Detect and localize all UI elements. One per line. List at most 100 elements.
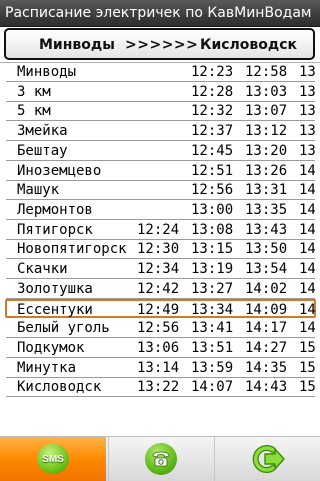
departure-time: 12:51 xyxy=(191,163,234,179)
schedule-row[interactable]: Бештау 12:45 13:20 13: xyxy=(6,142,315,161)
departure-time: 14: xyxy=(299,163,315,179)
departure-time: 13:43 xyxy=(245,222,288,238)
station-name: Иноземцево xyxy=(17,163,102,179)
departure-time: 13:20 xyxy=(245,143,288,159)
station-name: Машук xyxy=(17,182,60,198)
schedule-row[interactable]: 3 км 12:28 13:03 13: xyxy=(6,83,315,102)
departure-time: 13:59 xyxy=(191,360,234,376)
schedule-row[interactable]: Лермонтов 13:00 13:35 14: xyxy=(6,201,315,220)
departure-time: 13: xyxy=(299,143,315,159)
app-title-bar: Расписание электричек по КавМинВодам xyxy=(0,0,320,27)
departure-time: 13: xyxy=(299,103,315,119)
schedule-row[interactable]: Новопятигорск 12:30 13:15 13:50 14: xyxy=(6,240,315,259)
departure-time: 13:08 xyxy=(191,222,234,238)
departure-time: 14: xyxy=(299,302,315,318)
station-name: 5 км xyxy=(17,103,51,119)
station-name: Бештау xyxy=(17,143,68,159)
sms-icon: SMS xyxy=(37,444,69,474)
station-name: Золотушка xyxy=(17,281,93,297)
station-name: Подкумок xyxy=(17,340,85,356)
schedule-row[interactable]: Подкумок 13:06 13:51 14:27 15: xyxy=(6,339,315,358)
schedule-row[interactable]: 5 км 12:32 13:07 13: xyxy=(6,102,315,121)
schedule-row[interactable]: Ессентуки 12:49 13:34 14:09 14: xyxy=(5,299,316,318)
departure-time: 13:34 xyxy=(191,302,234,318)
departure-time: 14:07 xyxy=(191,379,234,395)
departure-time: 15: xyxy=(299,379,315,395)
departure-time: 14: xyxy=(299,202,315,218)
schedule-row[interactable]: Змейка 12:37 13:12 13: xyxy=(6,122,315,141)
departure-time: 12:58 xyxy=(245,64,288,80)
departure-time: 14:09 xyxy=(245,302,288,318)
departure-time: 12:45 xyxy=(191,143,234,159)
departure-time: 12:37 xyxy=(191,123,234,139)
schedule-row[interactable]: Белый уголь 12:56 13:41 14:17 14: xyxy=(6,319,315,338)
schedule-row[interactable]: Пятигорск 12:24 13:08 13:43 14: xyxy=(6,221,315,240)
station-name: Ессентуки xyxy=(17,302,93,318)
station-name: Скачки xyxy=(17,261,68,277)
station-name: Кисловодск xyxy=(17,379,102,395)
bottom-toolbar: SMS xyxy=(0,436,320,481)
schedule-row[interactable]: Кисловодск 13:22 14:07 14:43 15: xyxy=(6,378,315,397)
departure-time: 13:22 xyxy=(137,379,180,395)
departure-time: 13:27 xyxy=(191,281,234,297)
departure-time: 13:26 xyxy=(245,163,288,179)
departure-time: 15: xyxy=(299,360,315,376)
departure-time: 12:49 xyxy=(137,302,180,318)
departure-time: 13: xyxy=(299,123,315,139)
station-name: Лермонтов xyxy=(17,202,93,218)
departure-time: 14: xyxy=(299,182,315,198)
departure-time: 12:23 xyxy=(191,64,234,80)
schedule-row[interactable]: Минводы 12:23 12:58 13: xyxy=(6,63,315,82)
departure-time: 12:32 xyxy=(191,103,234,119)
exit-arrow-icon xyxy=(251,442,285,476)
departure-time: 13:07 xyxy=(245,103,288,119)
departure-time: 13:06 xyxy=(137,340,180,356)
departure-time: 14: xyxy=(299,241,315,257)
departure-time: 13:03 xyxy=(245,84,288,100)
schedule-row[interactable]: Машук 12:56 13:31 14: xyxy=(6,181,315,200)
departure-time: 14: xyxy=(299,320,315,336)
sms-icon-label: SMS xyxy=(42,453,64,465)
departure-time: 13:54 xyxy=(245,261,288,277)
station-name: Минутка xyxy=(17,360,77,376)
departure-time: 13:00 xyxy=(191,202,234,218)
station-name: Пятигорск xyxy=(17,222,93,238)
departure-time: 14:43 xyxy=(245,379,288,395)
departure-time: 14:27 xyxy=(245,340,288,356)
exit-button[interactable] xyxy=(214,437,320,481)
schedule-row[interactable]: Золотушка 12:42 13:27 14:02 14: xyxy=(6,280,315,299)
schedule-row[interactable]: Минутка 13:14 13:59 14:35 15: xyxy=(6,359,315,378)
app-title: Расписание электричек по КавМинВодам xyxy=(5,5,312,21)
departure-time: 13:50 xyxy=(245,241,288,257)
phone-icon xyxy=(145,443,177,475)
schedule-list[interactable]: Минводы12:2312:5813:3 км12:2813:0313:5 к… xyxy=(0,63,320,399)
departure-time: 13:35 xyxy=(245,202,288,218)
route-from: Минводы xyxy=(39,37,115,53)
route-header[interactable]: Минводы >>>>>> Кисловодск xyxy=(4,28,315,60)
schedule-row[interactable]: Иноземцево 12:51 13:26 14: xyxy=(6,162,315,181)
station-name: Новопятигорск xyxy=(17,241,127,257)
departure-time: 13:15 xyxy=(191,241,234,257)
departure-time: 12:34 xyxy=(137,261,180,277)
departure-time: 13:41 xyxy=(191,320,234,336)
departure-time: 13:51 xyxy=(191,340,234,356)
route-direction-arrows: >>>>>> xyxy=(125,37,199,53)
call-button[interactable] xyxy=(108,437,213,481)
station-name: Белый уголь xyxy=(17,320,110,336)
departure-time: 12:30 xyxy=(137,241,180,257)
departure-time: 14: xyxy=(299,222,315,238)
departure-time: 12:24 xyxy=(137,222,180,238)
departure-time: 13: xyxy=(299,84,315,100)
station-name: Минводы xyxy=(17,64,77,80)
departure-time: 14:17 xyxy=(245,320,288,336)
sms-button[interactable]: SMS xyxy=(0,437,106,481)
departure-time: 14: xyxy=(299,281,315,297)
departure-time: 14:35 xyxy=(245,360,288,376)
station-name: 3 км xyxy=(17,84,51,100)
departure-time: 12:56 xyxy=(137,320,180,336)
departure-time: 13: xyxy=(299,64,315,80)
departure-time: 15: xyxy=(299,340,315,356)
schedule-row[interactable]: Скачки 12:34 13:19 13:54 14: xyxy=(6,260,315,279)
departure-time: 13:19 xyxy=(191,261,234,277)
departure-time: 14: xyxy=(299,261,315,277)
